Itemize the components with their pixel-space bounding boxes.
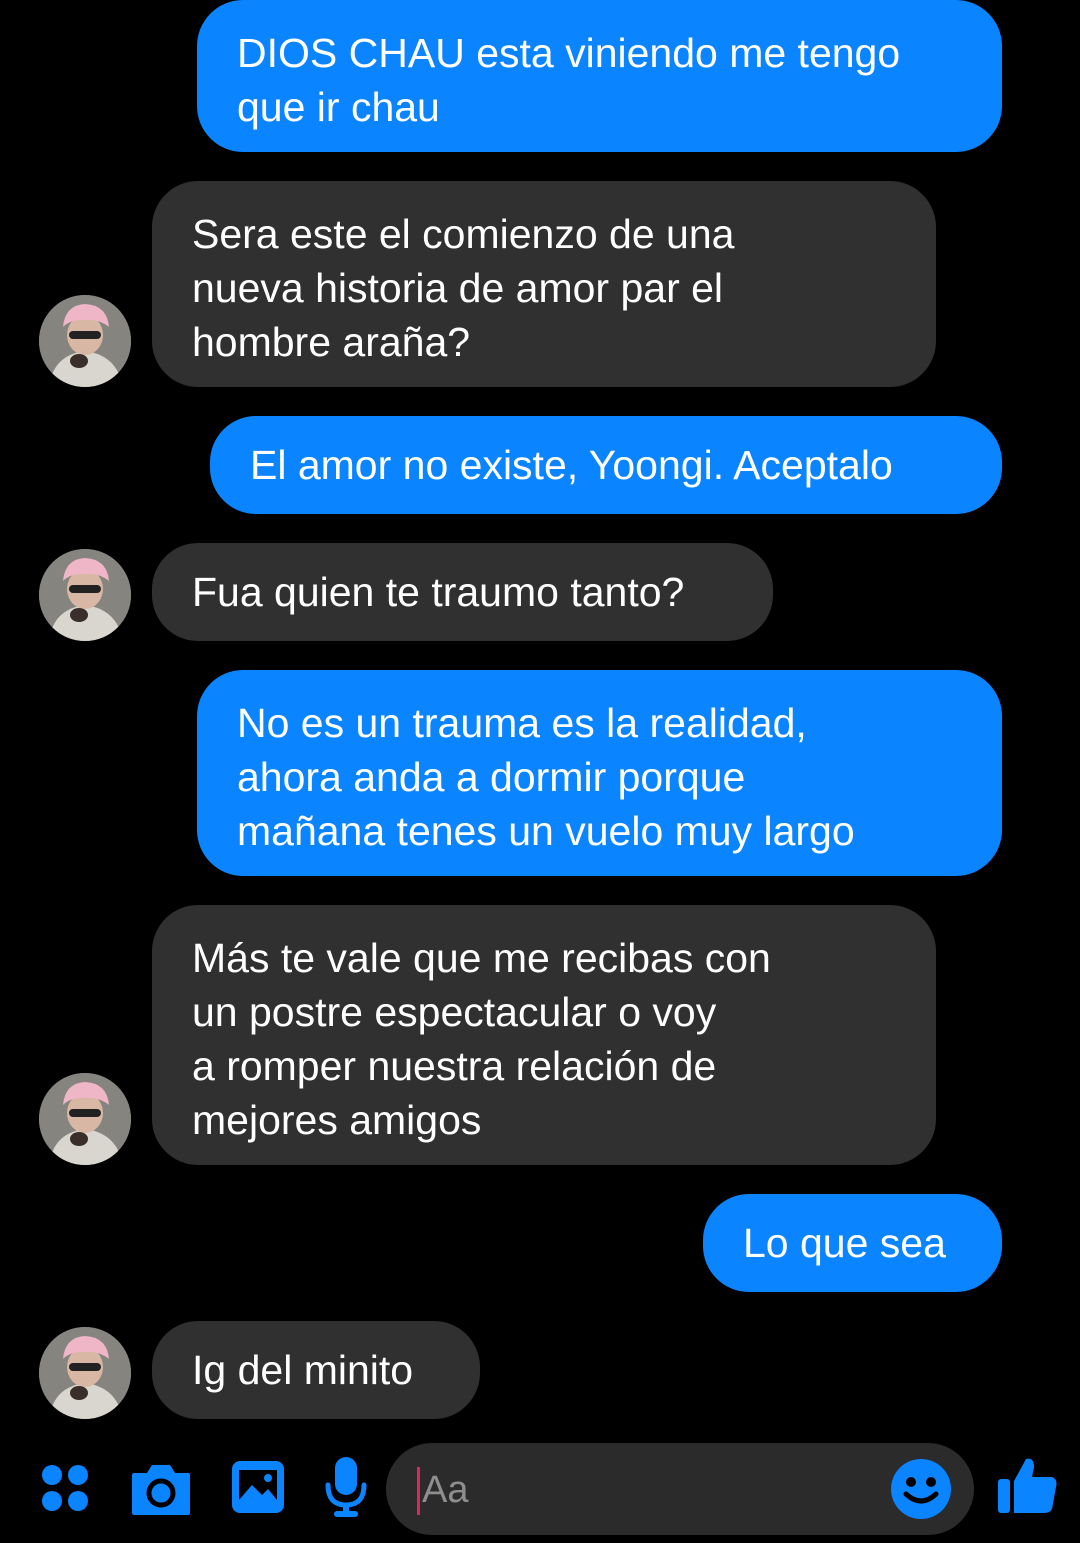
camera-icon[interactable]	[130, 1461, 192, 1517]
message-outgoing[interactable]: DIOS CHAU esta viniendo me tengo que ir …	[197, 0, 1002, 152]
microphone-icon[interactable]	[324, 1455, 368, 1519]
gallery-icon[interactable]	[230, 1459, 286, 1515]
menu-dots-icon[interactable]	[40, 1463, 92, 1515]
emoji-icon[interactable]	[890, 1458, 952, 1520]
contact-avatar[interactable]	[39, 295, 131, 387]
message-incoming[interactable]: Ig del minito	[152, 1321, 480, 1419]
message-incoming[interactable]: Más te vale que me recibas con un postre…	[152, 905, 936, 1165]
message-composer: Aa	[0, 1435, 1080, 1543]
contact-avatar[interactable]	[39, 1327, 131, 1419]
message-outgoing[interactable]: No es un trauma es la realidad, ahora an…	[197, 670, 1002, 876]
message-incoming[interactable]: Fua quien te traumo tanto?	[152, 543, 773, 641]
text-caret	[417, 1467, 420, 1515]
message-input[interactable]: Aa	[386, 1443, 974, 1535]
message-thread: DIOS CHAU esta viniendo me tengo que ir …	[0, 0, 1080, 1435]
message-incoming[interactable]: Sera este el comienzo de una nueva histo…	[152, 181, 936, 387]
contact-avatar[interactable]	[39, 549, 131, 641]
message-input-placeholder: Aa	[422, 1469, 469, 1511]
thumbs-up-icon[interactable]	[996, 1453, 1060, 1517]
contact-avatar[interactable]	[39, 1073, 131, 1165]
message-outgoing[interactable]: El amor no existe, Yoongi. Aceptalo	[210, 416, 1002, 514]
message-outgoing[interactable]: Lo que sea	[703, 1194, 1002, 1292]
